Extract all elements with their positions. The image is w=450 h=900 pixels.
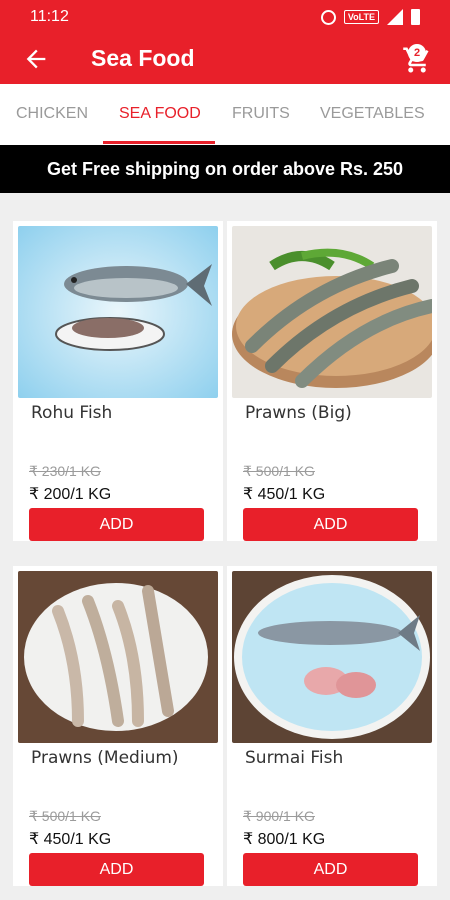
tab-sea-food[interactable]: SEA FOOD xyxy=(119,105,201,123)
rohu-fish-image xyxy=(18,226,218,398)
tab-fruits[interactable]: FRUITS xyxy=(232,105,290,123)
product-mrp: ₹ 230/1 KG xyxy=(29,463,101,479)
product-name: Surmai Fish xyxy=(245,748,344,768)
product-mrp: ₹ 500/1 KG xyxy=(243,463,315,479)
status-icons: VoLTE xyxy=(320,9,420,25)
product-mrp: ₹ 900/1 KG xyxy=(243,808,315,824)
product-name: Rohu Fish xyxy=(31,403,113,423)
add-button[interactable]: ADD xyxy=(243,508,418,541)
product-price: ₹ 200/1 KG xyxy=(29,486,112,503)
alarm-icon xyxy=(320,9,336,25)
battery-icon xyxy=(411,9,420,25)
add-button[interactable]: ADD xyxy=(29,853,204,886)
prawns-big-image xyxy=(232,226,432,398)
product-grid: Rohu Fish ₹ 230/1 KG ₹ 200/1 KG ADD Praw… xyxy=(0,193,450,900)
product-name: Prawns (Big) xyxy=(245,403,352,423)
app-bar: Sea Food 2 xyxy=(0,33,450,84)
product-card[interactable]: Prawns (Medium) ₹ 500/1 KG ₹ 450/1 KG AD… xyxy=(13,566,223,886)
product-mrp: ₹ 500/1 KG xyxy=(29,808,101,824)
surmai-fish-image xyxy=(232,571,432,743)
status-time: 11:12 xyxy=(30,8,69,25)
cart-count-badge: 2 xyxy=(408,44,426,62)
volte-icon: VoLTE xyxy=(343,10,379,24)
cart-button[interactable]: 2 xyxy=(400,39,438,77)
status-bar: 11:12 VoLTE xyxy=(0,0,450,33)
prawns-medium-image xyxy=(18,571,218,743)
page-title: Sea Food xyxy=(91,45,195,71)
product-name: Prawns (Medium) xyxy=(31,748,179,768)
product-price: ₹ 450/1 KG xyxy=(243,486,326,503)
product-card[interactable]: Prawns (Big) ₹ 500/1 KG ₹ 450/1 KG ADD xyxy=(227,221,437,541)
product-card[interactable]: Surmai Fish ₹ 900/1 KG ₹ 800/1 KG ADD xyxy=(227,566,437,886)
category-tabs: CHICKEN SEA FOOD FRUITS VEGETABLES xyxy=(0,84,450,145)
tab-vegetables[interactable]: VEGETABLES xyxy=(320,105,425,123)
product-price: ₹ 450/1 KG xyxy=(29,831,112,848)
free-shipping-banner: Get Free shipping on order above Rs. 250 xyxy=(0,145,450,193)
tab-chicken[interactable]: CHICKEN xyxy=(16,105,88,123)
active-tab-indicator xyxy=(103,141,215,144)
signal-icon xyxy=(387,9,403,25)
product-price: ₹ 800/1 KG xyxy=(243,831,326,848)
product-card[interactable]: Rohu Fish ₹ 230/1 KG ₹ 200/1 KG ADD xyxy=(13,221,223,541)
back-arrow-icon[interactable] xyxy=(22,45,50,73)
add-button[interactable]: ADD xyxy=(29,508,204,541)
add-button[interactable]: ADD xyxy=(243,853,418,886)
